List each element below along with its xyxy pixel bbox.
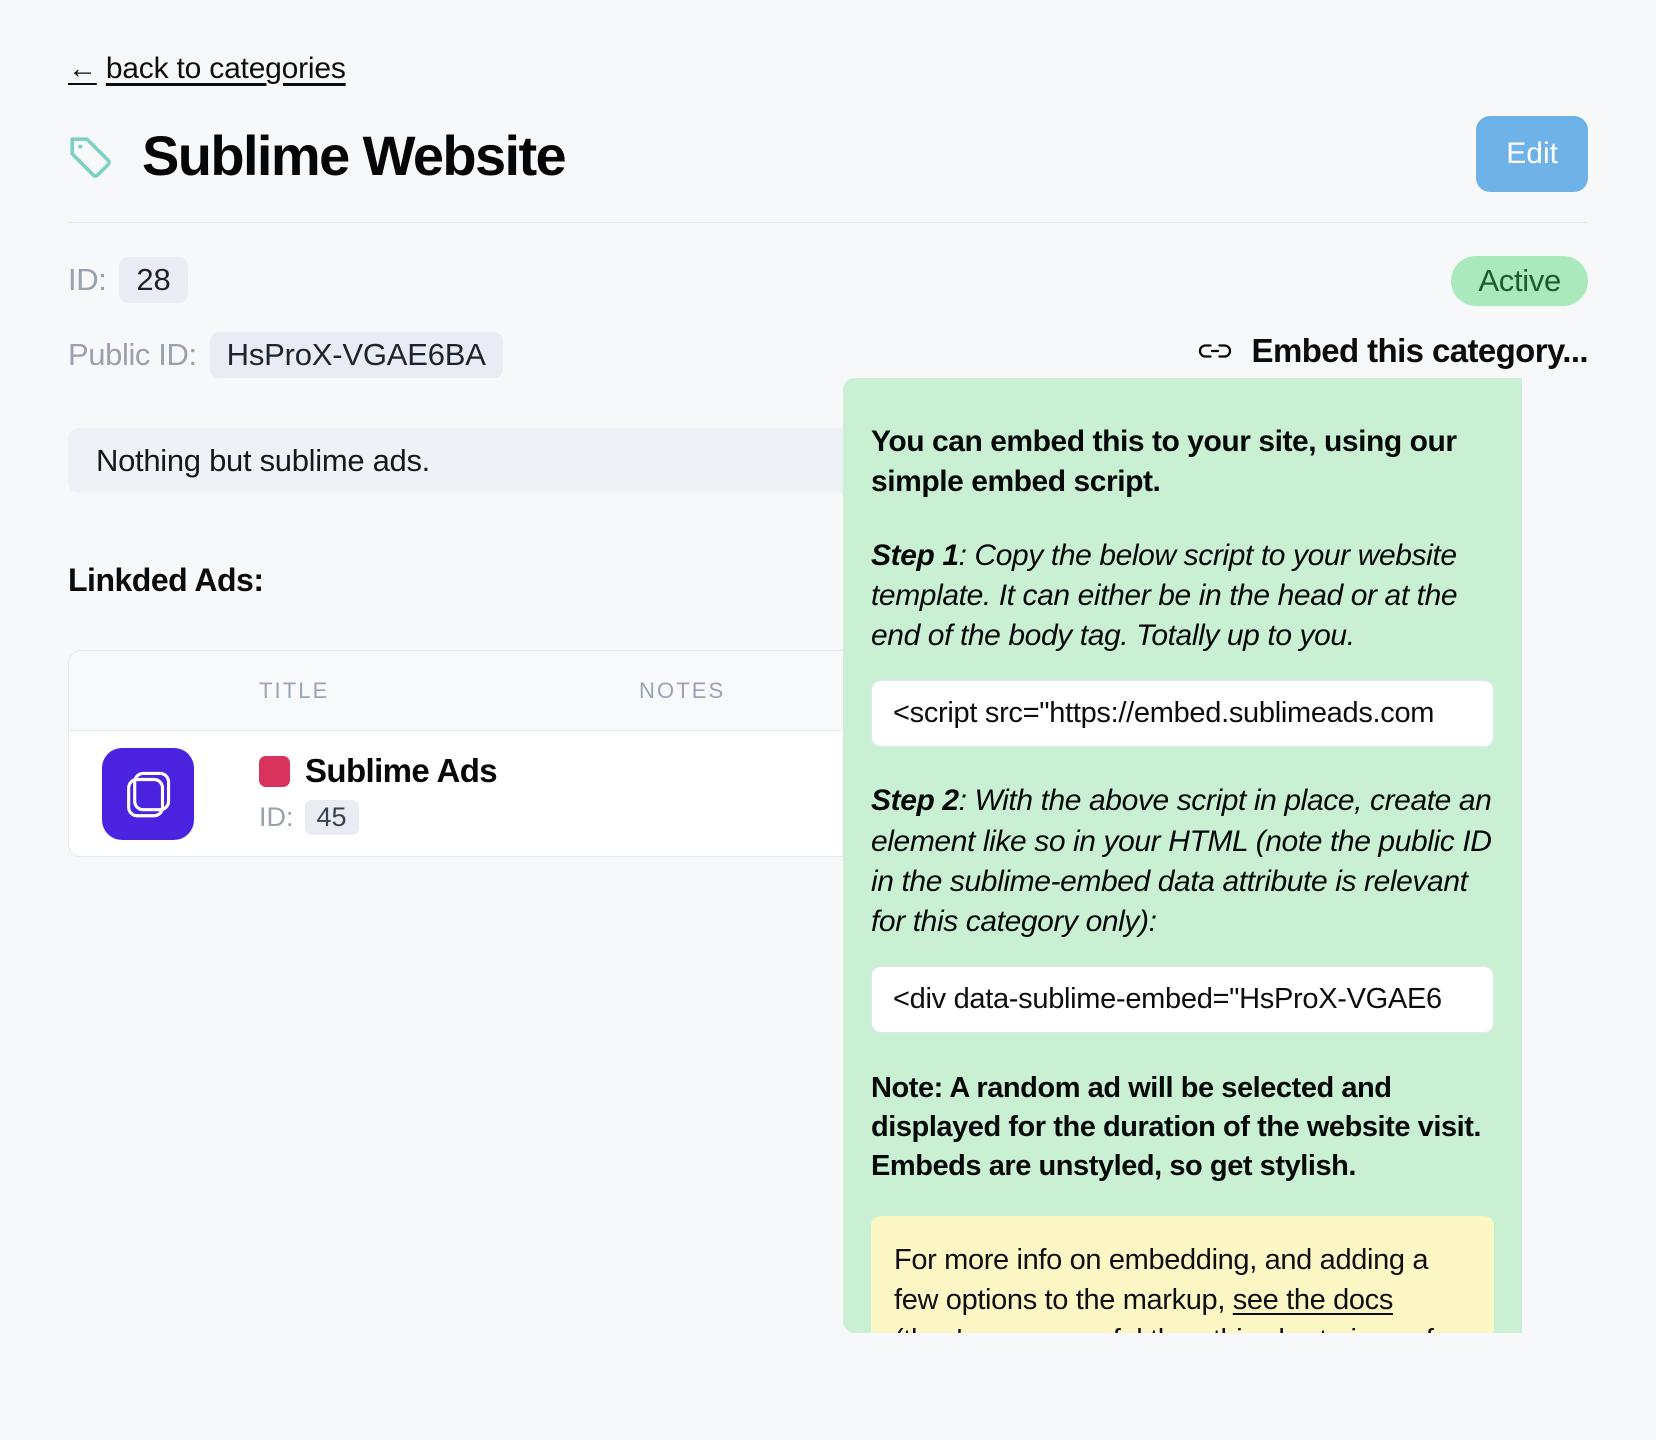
id-value: 28 — [119, 257, 188, 303]
ad-thumbnail-icon — [102, 747, 194, 840]
description-text: Nothing but sublime ads. — [96, 442, 430, 478]
page-title: Sublime Website — [142, 124, 567, 187]
ad-id-value: 45 — [304, 800, 359, 835]
embed-docs-box: For more info on embedding, and adding a… — [871, 1215, 1494, 1333]
embed-intro-text: You can embed this to your site, using o… — [871, 425, 1457, 498]
back-to-categories-link[interactable]: ← back to categories — [68, 52, 346, 86]
status-badge: Active — [1451, 256, 1588, 306]
embed-step-2-label: Step 2 — [871, 784, 959, 818]
embed-step-2-body: : With the above script in place, create… — [871, 784, 1492, 938]
ad-color-swatch — [259, 755, 290, 787]
embed-docs-text: For more info on embedding, and adding a… — [894, 1240, 1471, 1333]
docs-text-after: (they're more useful than this short pie… — [894, 1324, 1434, 1333]
ad-title-cell: Sublime Ads ID: 45 — [259, 752, 498, 835]
embed-script-value: <script src="https://embed.sublimeads.co… — [893, 697, 1435, 730]
page-header: Sublime Website Edit — [68, 110, 1588, 202]
embed-toggle-label: Embed this category... — [1251, 332, 1589, 369]
ad-title: Sublime Ads — [305, 752, 498, 789]
ad-id-line: ID: 45 — [259, 800, 497, 835]
ad-id-label: ID: — [259, 802, 294, 832]
embed-div-input[interactable]: <div data-sublime-embed="HsProX-VGAE6 — [871, 966, 1494, 1034]
embed-step-1-body: : Copy the below script to your website … — [871, 538, 1458, 653]
embed-note-text: Note: A random ad will be selected and d… — [871, 1072, 1482, 1182]
see-the-docs-link[interactable]: see the docs — [1233, 1284, 1394, 1316]
embed-script-input[interactable]: <script src="https://embed.sublimeads.co… — [871, 680, 1494, 748]
public-id-value: HsProX-VGAE6BA — [209, 332, 503, 378]
embed-step-2-text: Step 2: With the above script in place, … — [871, 781, 1494, 942]
column-header-title: TITLE — [259, 677, 330, 703]
id-label: ID: — [68, 262, 107, 297]
id-row: ID: 28 — [68, 257, 188, 303]
embed-step-1-text: Step 1: Copy the below script to your we… — [871, 536, 1494, 657]
embed-category-toggle[interactable]: Embed this category... — [1195, 332, 1589, 370]
category-detail-page: ← back to categories Sublime Website Edi… — [0, 0, 1656, 1440]
linked-ads-heading: Linkded Ads: — [68, 562, 264, 598]
public-id-label: Public ID: — [68, 337, 197, 372]
embed-div-value: <div data-sublime-embed="HsProX-VGAE6 — [893, 983, 1442, 1016]
ad-title-line: Sublime Ads — [259, 752, 498, 790]
edit-button[interactable]: Edit — [1476, 116, 1588, 192]
tag-icon — [68, 133, 114, 179]
public-id-row: Public ID: HsProX-VGAE6BA — [68, 332, 503, 378]
header-divider — [68, 222, 1587, 223]
back-link-label: back to categories — [105, 52, 346, 85]
link-icon — [1195, 339, 1235, 363]
back-arrow-icon: ← — [68, 52, 97, 85]
embed-step-1-label: Step 1 — [871, 538, 959, 572]
embed-instructions-popover: You can embed this to your site, using o… — [843, 378, 1522, 1333]
